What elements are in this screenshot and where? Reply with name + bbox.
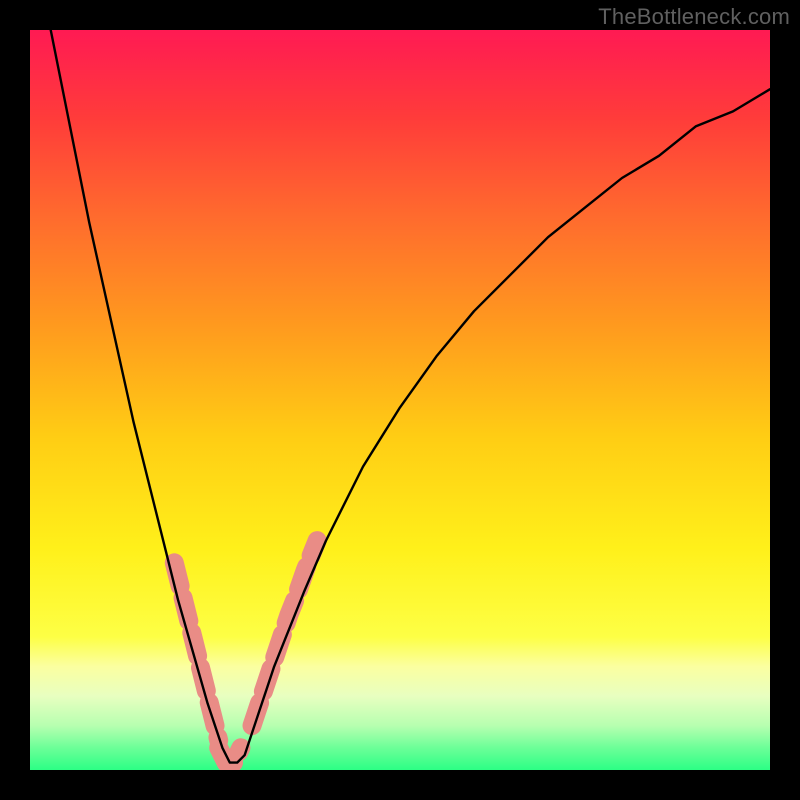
gradient-background <box>30 30 770 770</box>
chart-container: TheBottleneck.com <box>0 0 800 800</box>
watermark-text: TheBottleneck.com <box>598 4 790 30</box>
bottleneck-plot <box>30 30 770 770</box>
